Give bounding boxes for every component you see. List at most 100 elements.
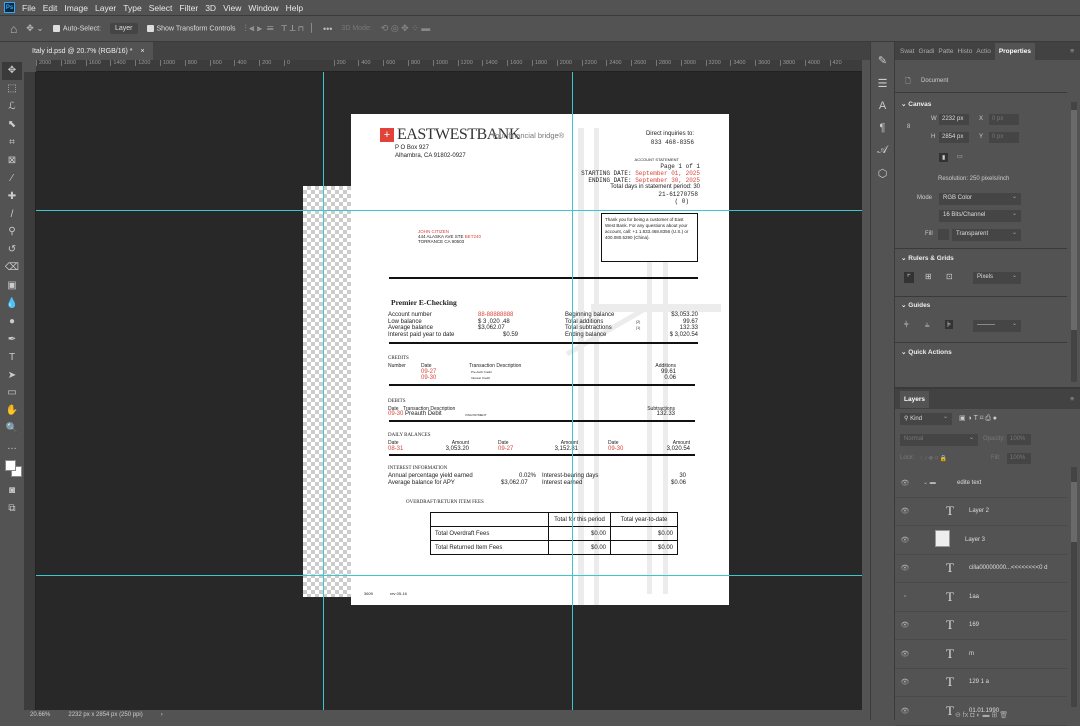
eye-icon[interactable]: 👁 — [895, 678, 915, 686]
blend-mode-dropdown[interactable]: Normal — [900, 434, 978, 446]
character-icon[interactable]: A — [879, 100, 886, 112]
status-menu-arrow[interactable]: › — [161, 712, 163, 718]
portrait-orientation-icon[interactable]: ▮ — [939, 153, 949, 162]
fill-field[interactable]: 100% — [1007, 453, 1031, 464]
menu-help[interactable]: Help — [286, 3, 303, 13]
layer-row[interactable]: 👁 Tcilla00000000...<<<<<<<<0 d — [895, 555, 1067, 583]
path-select-tool-icon[interactable]: ➤ — [2, 366, 22, 384]
auto-select-checkbox[interactable]: Auto-Select: — [52, 24, 101, 32]
blur-tool-icon[interactable]: 💧 — [2, 295, 22, 313]
tab-swatches[interactable]: Swat — [900, 48, 914, 55]
width-field[interactable]: 2232 px — [939, 114, 969, 125]
lock-guides-icon[interactable]: ⫨ — [925, 320, 930, 330]
menu-window[interactable]: Window — [248, 3, 278, 13]
y-field[interactable]: 0 px — [989, 132, 1019, 143]
panel-menu-icon[interactable]: ≡ — [1070, 48, 1074, 55]
filter-kind-dropdown[interactable]: ⚲ Kind — [900, 413, 952, 425]
eye-icon[interactable]: 👁 — [895, 507, 915, 515]
guide-horizontal[interactable] — [36, 575, 862, 576]
folder-icon[interactable]: ⌄ ▬ — [923, 479, 953, 486]
panel-menu-icon[interactable]: ≡ — [1070, 396, 1074, 403]
ruler-toggle-icon[interactable]: ⌜ — [904, 272, 914, 283]
pen-tool-icon[interactable]: ✒ — [2, 330, 22, 348]
eye-icon[interactable]: 👁 — [895, 707, 915, 715]
paragraph-icon[interactable]: ¶ — [880, 122, 886, 134]
opacity-field[interactable]: 100% — [1007, 434, 1031, 445]
auto-select-target-dropdown[interactable]: Layer — [109, 23, 138, 34]
menu-file[interactable]: File — [22, 3, 36, 13]
guides-toggle-icon[interactable]: ⫩ — [904, 320, 909, 330]
units-dropdown[interactable]: Pixels — [973, 272, 1021, 284]
eye-icon[interactable]: 👁 — [895, 564, 915, 572]
menu-type[interactable]: Type — [123, 3, 141, 13]
healing-brush-icon[interactable]: ✚ — [2, 187, 22, 205]
lasso-tool-icon[interactable]: ℒ — [2, 98, 22, 116]
fill-color-swatch[interactable] — [938, 229, 949, 240]
marquee-tool-icon[interactable]: ⬚ — [2, 80, 22, 98]
brush-tool-icon[interactable]: / — [2, 205, 22, 223]
gradient-tool-icon[interactable]: ▣ — [2, 277, 22, 295]
layer-row[interactable]: 👁 T 129 1 a — [895, 669, 1067, 697]
quick-mask-icon[interactable]: ◙ — [2, 482, 22, 500]
frame-tool-icon[interactable]: ⊠ — [2, 151, 22, 169]
landscape-orientation-icon[interactable]: ▭ — [957, 153, 963, 160]
more-options-button[interactable]: ••• — [323, 24, 332, 34]
layers-scrollbar[interactable] — [1071, 467, 1077, 707]
grid-toggle-icon[interactable]: ⊞ — [925, 272, 932, 281]
eye-icon[interactable]: 👁 — [895, 621, 915, 629]
show-transform-checkbox[interactable]: Show Transform Controls — [146, 24, 235, 32]
visibility-off-icon[interactable]: ▫ — [895, 593, 915, 600]
fill-dropdown[interactable]: Transparent — [952, 229, 1021, 241]
hand-tool-icon[interactable]: ✋ — [2, 402, 22, 420]
adjustments-icon[interactable]: ☰ — [878, 77, 888, 90]
menu-view[interactable]: View — [223, 3, 241, 13]
layer-filter-icons[interactable]: ▣ ◑ T ⌑ ⎙ ● — [959, 414, 997, 423]
tab-history[interactable]: Histo — [958, 48, 973, 55]
tab-actions[interactable]: Actio — [976, 48, 990, 55]
layer-bottom-actions[interactable]: ⊖ fx ◘ ◐ ▬ ⊞ 🗑 — [955, 711, 1008, 719]
more-tools-icon[interactable]: … — [2, 438, 22, 456]
tab-properties[interactable]: Properties — [994, 42, 1035, 60]
link-icon[interactable]: 8 — [907, 124, 910, 130]
bit-depth-dropdown[interactable]: 16 Bits/Channel — [939, 210, 1021, 222]
properties-scrollbar[interactable] — [1071, 102, 1077, 382]
eye-icon[interactable]: 👁 — [895, 536, 915, 544]
3d-tools-icons[interactable]: ⟲ ◎ ✥ ⁘ ▬ — [381, 23, 430, 34]
eraser-tool-icon[interactable]: ⌫ — [2, 259, 22, 277]
type-tool-icon[interactable]: T — [2, 348, 22, 366]
guide-style-dropdown[interactable]: ――― — [973, 320, 1021, 332]
home-icon[interactable]: ⌂ — [10, 22, 17, 36]
document-tab[interactable]: Italy id.psd @ 20.7% (RGB/16) * × — [24, 42, 153, 60]
zoom-level[interactable]: 20.66% — [30, 712, 50, 718]
layer-row[interactable]: 👁 ⌄ ▬ edite text — [895, 469, 1067, 498]
layer-row[interactable]: 👁 T 169 — [895, 612, 1067, 640]
menu-edit[interactable]: Edit — [43, 3, 58, 13]
menu-3d[interactable]: 3D — [205, 3, 216, 13]
layer-row[interactable]: 👁 Tm — [895, 640, 1067, 669]
close-tab-icon[interactable]: × — [140, 48, 144, 55]
dodge-tool-icon[interactable]: ● — [2, 312, 22, 330]
menu-filter[interactable]: Filter — [179, 3, 198, 13]
crop-tool-icon[interactable]: ⌗ — [2, 134, 22, 152]
x-field[interactable]: 0 px — [989, 114, 1019, 125]
zoom-tool-icon[interactable]: 🔍 — [2, 420, 22, 438]
move-tool-icon[interactable]: ✥ ⌄ — [26, 23, 44, 34]
lock-icons[interactable]: ⁘ ⁄ ✥ ⌑ 🔒 — [919, 455, 947, 462]
eyedropper-tool-icon[interactable]: ⁄ — [2, 169, 22, 187]
glyphs-icon[interactable]: 𝒜 — [877, 144, 887, 157]
mode-dropdown[interactable]: RGB Color — [939, 193, 1021, 205]
tab-gradients[interactable]: Gradi — [918, 48, 934, 55]
eye-icon[interactable]: 👁 — [895, 479, 915, 487]
pixel-grid-icon[interactable]: ⊡ — [946, 272, 953, 281]
height-field[interactable]: 2854 px — [939, 132, 969, 143]
guide-vertical[interactable] — [572, 72, 573, 710]
screen-mode-icon[interactable]: ⧉ — [2, 499, 22, 517]
3d-icon[interactable]: ⬡ — [878, 167, 888, 180]
menu-select[interactable]: Select — [149, 3, 173, 13]
stamp-tool-icon[interactable]: ⚲ — [2, 223, 22, 241]
guide-vertical[interactable] — [323, 72, 324, 710]
eye-icon[interactable]: 👁 — [895, 650, 915, 658]
smart-guides-icon[interactable]: ⊧ — [945, 320, 954, 329]
layer-row[interactable]: 👁 T Layer 2 — [895, 498, 1067, 526]
quick-select-tool-icon[interactable]: ⬉ — [2, 116, 22, 134]
